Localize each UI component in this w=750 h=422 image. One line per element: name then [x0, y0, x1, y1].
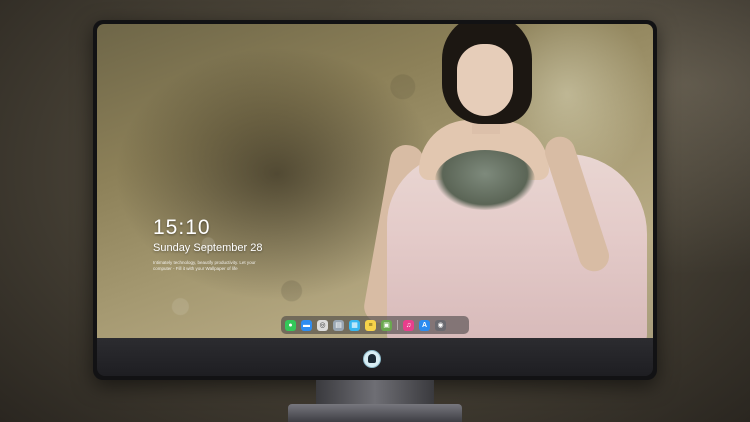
clapper-icon[interactable]: ▦ [349, 319, 360, 331]
notes-icon[interactable]: ≡ [365, 319, 376, 331]
camera-icon[interactable]: ◉ [435, 319, 446, 331]
desktop-screen[interactable]: 15:10 Sunday September 28 Intimately tec… [97, 24, 653, 338]
wallpaper-figure [357, 24, 653, 338]
files-icon[interactable]: ▬ [301, 319, 312, 331]
music-icon[interactable]: ♫ [403, 319, 414, 331]
safari-icon[interactable]: ◎ [317, 319, 328, 331]
monitor-stand-neck [316, 380, 434, 404]
dock-separator [397, 320, 398, 330]
brand-logo-icon [363, 350, 381, 368]
monitor-stand-base [288, 404, 462, 422]
messages-icon[interactable]: ● [285, 319, 296, 331]
lockscreen-tagline: Intimately technology, beautify producti… [153, 260, 256, 271]
preview-icon[interactable]: ▤ [333, 319, 344, 331]
monitor: 15:10 Sunday September 28 Intimately tec… [93, 20, 657, 380]
photos-icon[interactable]: ▣ [381, 319, 392, 331]
dock: ● ▬ ◎ ▤ ▦ ≡ ▣ ♫ A ◉ [281, 316, 469, 334]
appstore-icon[interactable]: A [419, 319, 430, 331]
lockscreen-date: Sunday September 28 [153, 242, 263, 254]
lockscreen-clock: 15:10 [153, 216, 211, 239]
